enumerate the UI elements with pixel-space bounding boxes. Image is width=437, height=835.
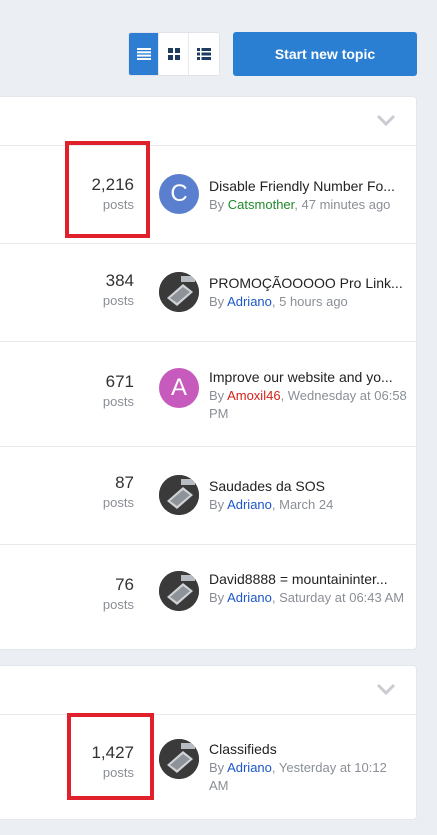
post-count: 87 posts — [103, 473, 134, 510]
table-view-icon — [136, 48, 151, 60]
last-post-meta: By Catsmother, 47 minutes ago — [209, 196, 407, 214]
post-count-unit: posts — [102, 765, 134, 780]
last-post-title[interactable]: PROMOÇÃOOOOO Pro Link... — [209, 274, 407, 292]
forum-row[interactable]: 671 posts A Improve our website and yo..… — [0, 342, 416, 447]
post-count: 76 posts — [103, 575, 134, 612]
last-post-title[interactable]: David8888 = mountaininter... — [209, 570, 407, 588]
author-link[interactable]: Adriano — [227, 760, 272, 775]
last-post-info: Classifieds By Adriano, Yesterday at 10:… — [209, 740, 407, 795]
forum-toolbar: Start new topic — [0, 32, 437, 76]
avatar[interactable] — [159, 739, 199, 779]
post-count: 671 posts — [103, 372, 134, 409]
last-post-meta: By Adriano, March 24 — [209, 496, 407, 514]
last-post-meta: By Adriano, Saturday at 06:43 AM — [209, 589, 407, 607]
post-count-value: 76 — [115, 575, 134, 594]
chevron-down-icon[interactable] — [376, 683, 396, 695]
view-mode-switcher — [128, 32, 220, 76]
by-label: By — [209, 294, 228, 309]
table-view-button[interactable] — [129, 33, 160, 75]
post-time: , 5 hours ago — [271, 294, 348, 309]
author-link[interactable]: Adriano — [227, 294, 272, 309]
avatar[interactable]: A — [159, 368, 199, 408]
avatar-letter: A — [170, 374, 187, 401]
last-post-meta: By Adriano, 5 hours ago — [209, 293, 407, 311]
forum-row[interactable]: 1,427 posts Classifieds By Adriano, Yest… — [0, 715, 416, 819]
forum-section-1: 2,216 posts C Disable Friendly Number Fo… — [0, 96, 417, 650]
author-link[interactable]: Catsmother — [228, 197, 294, 212]
post-count-unit: posts — [102, 597, 134, 612]
by-label: By — [209, 388, 228, 403]
post-count: 384 posts — [103, 271, 134, 308]
post-time: , 47 minutes ago — [294, 197, 391, 212]
avatar[interactable]: C — [159, 174, 199, 214]
laptop-photo-icon — [159, 475, 199, 515]
forum-row[interactable]: 87 posts Saudades da SOS By Adriano, Mar… — [0, 447, 416, 545]
by-label: By — [209, 590, 228, 605]
forum-row[interactable]: 76 posts David8888 = mountaininter... By… — [0, 545, 416, 649]
post-count-value: 1,427 — [91, 743, 134, 762]
forum-row[interactable]: 384 posts PROMOÇÃOOOOO Pro Link... By Ad… — [0, 244, 416, 342]
post-count-value: 384 — [105, 271, 134, 290]
laptop-photo-icon — [159, 272, 199, 312]
post-count-unit: posts — [102, 394, 134, 409]
last-post-info: Improve our website and yo... By Amoxil4… — [209, 368, 407, 423]
avatar[interactable] — [159, 272, 199, 312]
post-count: 2,216 posts — [91, 175, 134, 212]
forum-row[interactable]: 2,216 posts C Disable Friendly Number Fo… — [0, 146, 416, 244]
post-time: , Saturday at 06:43 AM — [271, 590, 405, 605]
laptop-photo-icon — [159, 739, 199, 779]
post-count-unit: posts — [102, 197, 134, 212]
last-post-meta: By Adriano, Yesterday at 10:12 AM — [209, 759, 407, 795]
grid-view-icon — [167, 48, 180, 60]
post-count: 1,427 posts — [91, 743, 134, 780]
by-label: By — [209, 197, 228, 212]
last-post-info: PROMOÇÃOOOOO Pro Link... By Adriano, 5 h… — [209, 274, 407, 311]
list-view-button[interactable] — [189, 33, 219, 75]
last-post-title[interactable]: Saudades da SOS — [209, 477, 407, 495]
section-header — [0, 666, 416, 715]
by-label: By — [209, 497, 228, 512]
last-post-meta: By Amoxil46, Wednesday at 06:58 PM — [209, 387, 407, 423]
post-count-value: 87 — [115, 473, 134, 492]
avatar-letter: C — [170, 180, 188, 207]
post-count-value: 671 — [105, 372, 134, 391]
last-post-title[interactable]: Classifieds — [209, 740, 407, 758]
forum-section-2: 1,427 posts Classifieds By Adriano, Yest… — [0, 665, 417, 820]
post-count-unit: posts — [102, 495, 134, 510]
last-post-title[interactable]: Disable Friendly Number Fo... — [209, 177, 407, 195]
post-count-unit: posts — [102, 293, 134, 308]
author-link[interactable]: Amoxil46 — [227, 388, 280, 403]
by-label: By — [209, 760, 228, 775]
avatar[interactable] — [159, 475, 199, 515]
last-post-info: Disable Friendly Number Fo... By Catsmot… — [209, 177, 407, 214]
last-post-info: Saudades da SOS By Adriano, March 24 — [209, 477, 407, 514]
author-link[interactable]: Adriano — [227, 590, 272, 605]
start-new-topic-button[interactable]: Start new topic — [233, 32, 417, 76]
last-post-info: David8888 = mountaininter... By Adriano,… — [209, 570, 407, 607]
avatar[interactable] — [159, 571, 199, 611]
list-view-icon — [197, 48, 212, 60]
post-count-value: 2,216 — [91, 175, 134, 194]
chevron-down-icon[interactable] — [376, 114, 396, 126]
grid-view-button[interactable] — [159, 33, 190, 75]
author-link[interactable]: Adriano — [227, 497, 272, 512]
section-header — [0, 97, 416, 146]
last-post-title[interactable]: Improve our website and yo... — [209, 368, 407, 386]
laptop-photo-icon — [159, 571, 199, 611]
post-time: , March 24 — [271, 497, 334, 512]
